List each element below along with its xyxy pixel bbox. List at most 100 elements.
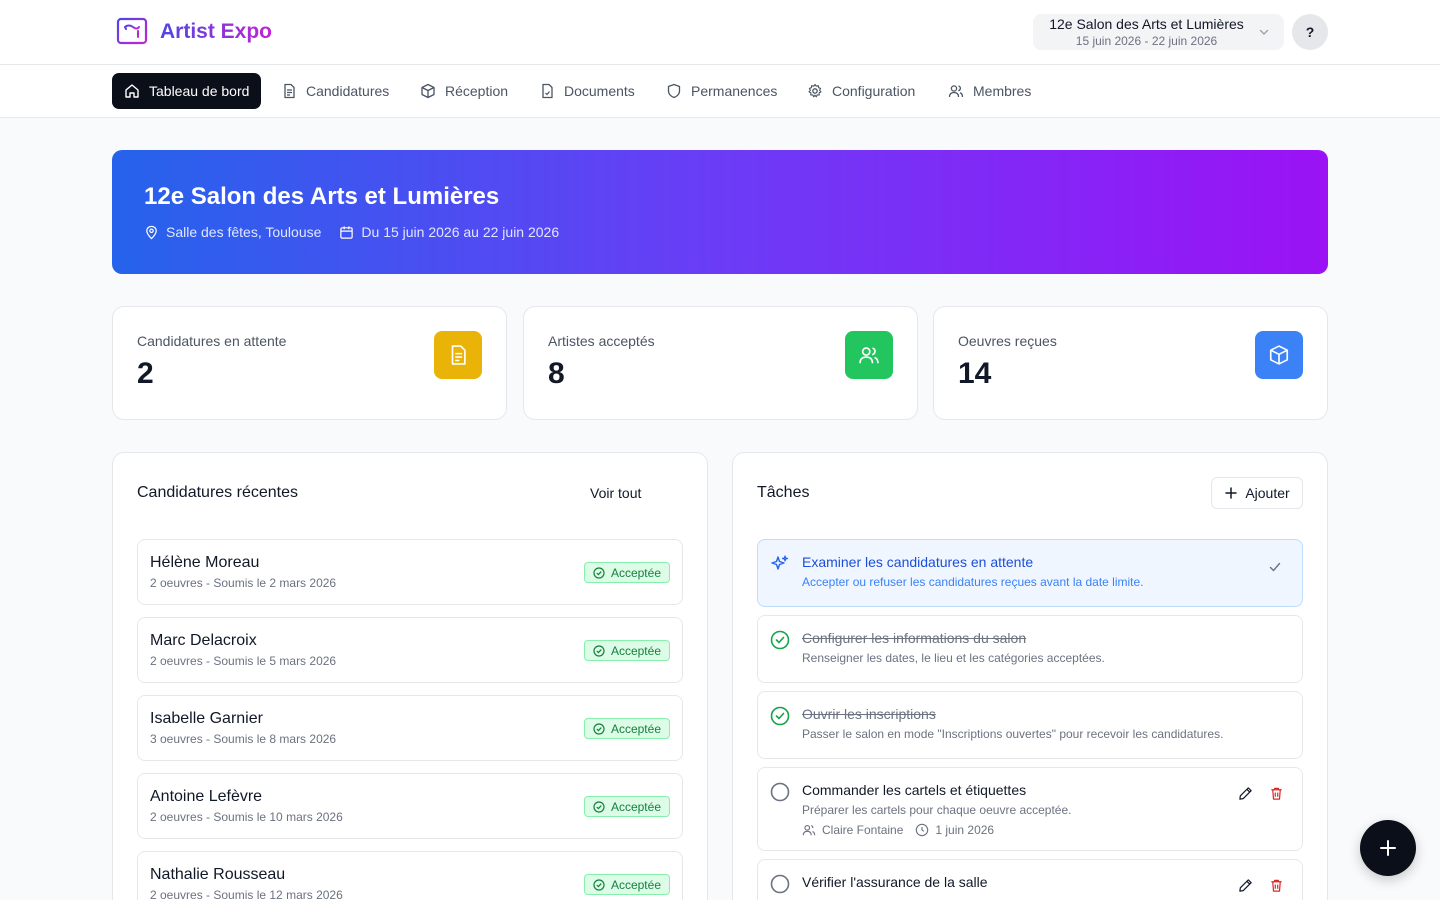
- help-button[interactable]: ?: [1292, 14, 1328, 50]
- stat-value: 14: [958, 357, 992, 390]
- task-description: Accepter ou refuser les candidatures reç…: [802, 575, 1144, 589]
- status-badge: Acceptée: [583, 874, 670, 895]
- task-description: Renseigner les dates, le lieu et les cat…: [802, 651, 1105, 665]
- event-dates-text: Du 15 juin 2026 au 22 juin 2026: [361, 224, 560, 240]
- tab-configuration[interactable]: Configuration: [795, 73, 927, 109]
- application-row[interactable]: Antoine Lefèvre 2 oeuvres - Soumis le 10…: [137, 773, 683, 839]
- tab-label: Documents: [564, 83, 635, 99]
- trash-icon[interactable]: [1269, 786, 1284, 801]
- gear-icon: [808, 83, 822, 98]
- application-row[interactable]: Isabelle Garnier 3 oeuvres - Soumis le 8…: [137, 695, 683, 761]
- document-icon: [284, 83, 295, 99]
- check-circle-icon: [593, 722, 605, 735]
- stat-accepted-artists: Artistes acceptés 8: [523, 306, 918, 420]
- stat-value: 2: [137, 357, 154, 390]
- stat-icon-box: [845, 331, 893, 379]
- stat-value: 8: [548, 357, 565, 390]
- status-badge: Acceptée: [583, 562, 670, 583]
- tab-label: Membres: [973, 83, 1032, 99]
- status-badge: Acceptée: [583, 796, 670, 817]
- package-icon: [1269, 345, 1289, 365]
- easel-logo-icon: [116, 17, 148, 45]
- status-label: Acceptée: [610, 877, 661, 892]
- check-circle-icon[interactable]: [770, 630, 790, 650]
- task-item[interactable]: Configurer les informations du salon Ren…: [757, 615, 1303, 683]
- home-icon: [125, 84, 139, 98]
- calendar-icon: [340, 225, 354, 239]
- pencil-icon[interactable]: [1238, 786, 1253, 801]
- trash-icon[interactable]: [1269, 878, 1284, 893]
- tasks-panel: Tâches Ajouter Examiner les candidatures…: [732, 452, 1328, 900]
- status-label: Acceptée: [610, 565, 661, 580]
- event-banner: 12e Salon des Arts et Lumières Salle des…: [112, 150, 1328, 274]
- check-circle-icon: [593, 644, 605, 657]
- stat-label: Artistes acceptés: [548, 333, 655, 349]
- top-header: Artist Expo 12e Salon des Arts et Lumièr…: [0, 0, 1440, 65]
- tab-applications[interactable]: Candidatures: [269, 73, 401, 109]
- task-title: Ouvrir les inscriptions: [802, 706, 936, 722]
- task-item[interactable]: Ouvrir les inscriptions Passer le salon …: [757, 691, 1303, 759]
- tab-label: Candidatures: [306, 83, 390, 99]
- stat-artworks-received: Oeuvres reçues 14: [933, 306, 1328, 420]
- check-circle-icon[interactable]: [770, 706, 790, 726]
- task-title: Examiner les candidatures en attente: [802, 554, 1034, 570]
- task-description: Préparer les cartels pour chaque oeuvre …: [802, 803, 1072, 817]
- check-icon[interactable]: [1268, 560, 1282, 574]
- task-due-date: 1 juin 2026: [935, 823, 995, 837]
- add-task-button[interactable]: Ajouter: [1211, 477, 1303, 509]
- tab-documents[interactable]: Documents: [527, 73, 647, 109]
- empty-circle-icon[interactable]: [770, 782, 790, 802]
- task-description: Passer le salon en mode "Inscriptions ou…: [802, 727, 1224, 741]
- tab-shifts[interactable]: Permanences: [654, 73, 789, 109]
- panel-title: Tâches: [757, 484, 810, 501]
- tab-label: Réception: [445, 83, 509, 99]
- tab-reception[interactable]: Réception: [408, 73, 520, 109]
- task-assignee: Claire Fontaine: [822, 823, 904, 837]
- empty-circle-icon[interactable]: [770, 874, 790, 894]
- plus-icon: [1380, 840, 1396, 856]
- help-label: ?: [1305, 24, 1315, 40]
- application-row[interactable]: Hélène Moreau 2 oeuvres - Soumis le 2 ma…: [137, 539, 683, 605]
- shield-icon: [667, 83, 681, 99]
- users-icon: [802, 824, 816, 836]
- document-icon: [451, 345, 466, 365]
- see-all-button[interactable]: Voir tout: [590, 485, 641, 501]
- event-location-text: Salle des fêtes, Toulouse: [166, 224, 322, 240]
- clock-icon: [916, 823, 929, 837]
- chevron-down-icon: [1259, 29, 1269, 35]
- check-circle-icon: [593, 800, 605, 813]
- event-location: Salle des fêtes, Toulouse: [144, 224, 321, 240]
- floating-add-button[interactable]: [1360, 820, 1416, 876]
- event-selector-name: 12e Salon des Arts et Lumières: [1049, 15, 1244, 32]
- panel-title: Candidatures récentes: [137, 484, 298, 501]
- recent-applications-panel: Candidatures récentes Voir tout Hélène M…: [112, 452, 708, 900]
- status-badge: Acceptée: [583, 640, 670, 661]
- task-item[interactable]: Examiner les candidatures en attente Acc…: [757, 539, 1303, 607]
- check-circle-icon: [593, 878, 605, 891]
- map-pin-icon: [146, 225, 157, 239]
- stat-icon-box: [434, 331, 482, 379]
- check-circle-icon: [593, 566, 605, 579]
- event-selector[interactable]: 12e Salon des Arts et Lumières 15 juin 2…: [1033, 14, 1284, 50]
- package-icon: [421, 83, 435, 99]
- tab-dashboard[interactable]: Tableau de bord: [112, 73, 262, 109]
- task-title: Commander les cartels et étiquettes: [802, 782, 1027, 798]
- event-title: 12e Salon des Arts et Lumières: [144, 183, 500, 210]
- app-name: Artist Expo: [160, 20, 273, 43]
- app-logo[interactable]: Artist Expo: [116, 17, 272, 47]
- sparkles-icon: [771, 555, 789, 570]
- application-row[interactable]: Nathalie Rousseau 2 oeuvres - Soumis le …: [137, 851, 683, 900]
- task-item[interactable]: Vérifier l'assurance de la salle: [757, 859, 1303, 900]
- plus-icon: [1225, 487, 1238, 499]
- pencil-icon[interactable]: [1238, 878, 1253, 893]
- add-task-label: Ajouter: [1245, 485, 1290, 501]
- application-row[interactable]: Marc Delacroix 2 oeuvres - Soumis le 5 m…: [137, 617, 683, 683]
- status-label: Acceptée: [610, 721, 661, 736]
- users-icon: [859, 347, 879, 364]
- event-dates: Du 15 juin 2026 au 22 juin 2026: [339, 224, 559, 240]
- users-icon: [948, 85, 964, 98]
- task-item[interactable]: Commander les cartels et étiquettes Prép…: [757, 767, 1303, 851]
- tab-label: Tableau de bord: [149, 83, 250, 99]
- stat-label: Candidatures en attente: [137, 333, 287, 349]
- tab-members[interactable]: Membres: [936, 73, 1043, 109]
